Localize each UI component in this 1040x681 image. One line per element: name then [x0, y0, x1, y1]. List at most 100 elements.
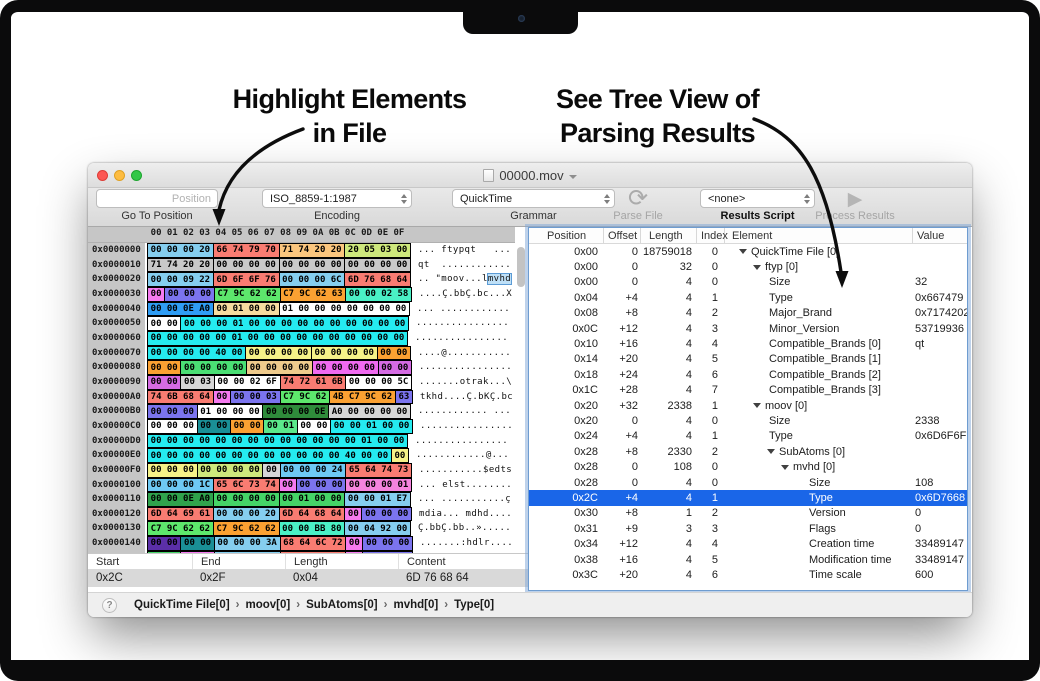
hex-byte-group[interactable]: 0000 — [147, 375, 181, 390]
hex-byte-group[interactable]: 20050300 — [344, 243, 411, 258]
hex-row[interactable]: 0x00000A0746B686400000003C79C624BC79C626… — [88, 390, 528, 405]
tree-element[interactable]: Size — [725, 477, 913, 489]
tree-row[interactable]: 0x28+823302SubAtoms [0] — [529, 444, 967, 459]
hex-byte-group[interactable]: 000000000000000000000000400000 — [147, 448, 392, 463]
tree-row[interactable]: 0x14+2045Compatible_Brands [1] — [529, 352, 967, 367]
hex-byte-group[interactable]: 000000 — [147, 404, 198, 419]
hex-byte-group[interactable]: 00000258 — [345, 287, 412, 302]
hex-byte-group[interactable]: 7472616B — [280, 375, 347, 390]
hex-row[interactable]: 0x00000600000000000010000000000000000000… — [88, 331, 528, 346]
hex-ascii[interactable]: ................ — [415, 331, 508, 346]
breadcrumb-item[interactable]: QuickTime File[0] — [134, 599, 230, 611]
goto-position-input[interactable] — [96, 189, 218, 208]
hex-byte-group[interactable]: 6D646864 — [279, 507, 346, 522]
hex-row[interactable]: 0x00000500000000000010000000000000000000… — [88, 316, 528, 331]
hex-byte-group[interactable]: 00 — [262, 463, 280, 478]
tree-row[interactable]: 0x2801080mvhd [0] — [529, 459, 967, 474]
hex-byte-group[interactable]: 000000 — [147, 463, 198, 478]
hex-byte-group[interactable]: 656C7374 — [213, 478, 280, 493]
results-script-dropdown[interactable]: <none> — [700, 189, 815, 208]
hex-byte-group[interactable]: 0000 — [197, 419, 231, 434]
hex-byte-group[interactable]: 000001E7 — [344, 492, 411, 507]
tree-element[interactable]: mvhd [0] — [725, 461, 913, 473]
hex-ascii[interactable]: ... elst........ — [419, 478, 512, 493]
selection-info-row[interactable]: 0x2C 0x2F 0x04 6D 76 68 64 — [88, 569, 528, 587]
hex-byte-group[interactable]: 00000000 — [213, 492, 280, 507]
hex-byte-group[interactable]: 0000006C — [279, 272, 346, 287]
hex-row[interactable]: 0x00000800000000000000000000000000000000… — [88, 360, 528, 375]
process-results-icon[interactable]: ▶ — [832, 188, 878, 211]
tree-header-index[interactable]: Index — [697, 228, 725, 243]
hex-editor-panel[interactable]: 000102030405060708090A0B0C0D0E0F 0x00000… — [88, 227, 528, 553]
hex-byte-group[interactable]: 000000 — [362, 536, 413, 551]
hex-row[interactable]: 0x00000700000000040000000000000000000000… — [88, 346, 528, 361]
disclosure-triangle-icon[interactable] — [753, 403, 761, 408]
hex-byte-group[interactable]: 00000020 — [147, 243, 214, 258]
tree-row[interactable]: 0x1C+2847Compatible_Brands [3] — [529, 383, 967, 398]
hex-byte-group[interactable]: 0000 — [378, 360, 412, 375]
disclosure-triangle-icon[interactable] — [781, 465, 789, 470]
hex-byte-group[interactable]: 00010000 — [279, 492, 346, 507]
hex-byte-group[interactable]: C79C62 — [280, 390, 331, 405]
tree-element[interactable]: Type — [725, 430, 913, 442]
tree-row[interactable]: 0x08+842Major_Brand0x7174202 — [529, 306, 967, 321]
hex-row[interactable]: 0x000004000000EA000010000010000000000000… — [88, 302, 528, 317]
disclosure-triangle-icon[interactable] — [767, 449, 775, 454]
tree-element[interactable]: Compatible_Brands [3] — [725, 384, 913, 396]
tree-element[interactable]: Type — [725, 492, 913, 504]
hex-row[interactable]: 0x000011000000EA00000000000010000000001E… — [88, 492, 528, 507]
hex-byte-group[interactable]: 00 — [279, 478, 297, 493]
grammar-dropdown[interactable]: QuickTime — [452, 189, 615, 208]
tree-header-length[interactable]: Length — [641, 228, 697, 243]
tree-element[interactable]: Compatible_Brands [0] — [725, 338, 913, 350]
hex-byte-group[interactable]: 0000 — [180, 536, 214, 551]
encoding-dropdown[interactable]: ISO_8859-1:1987 — [262, 189, 412, 208]
tree-element[interactable]: QuickTime File [0] — [725, 246, 913, 258]
hex-ascii[interactable]: ... ftypqt ... — [418, 243, 511, 258]
hex-byte-group[interactable]: 71742020 — [147, 258, 214, 273]
hex-byte-group[interactable]: 00000001 — [345, 478, 412, 493]
hex-scrollbar-thumb[interactable] — [517, 247, 525, 287]
ascii-selection[interactable]: mvhd — [487, 273, 512, 285]
tree-element[interactable]: Size — [725, 415, 913, 427]
tree-element[interactable]: Creation time — [725, 538, 913, 550]
tree-row[interactable]: 0x31+933Flags0 — [529, 521, 967, 536]
hex-byte-group[interactable]: 00000020 — [213, 507, 280, 522]
tree-header-element[interactable]: Element — [725, 228, 913, 243]
hex-ascii[interactable]: ................ — [419, 360, 512, 375]
hex-byte-group[interactable]: 0000000100000000000000000000 — [180, 316, 409, 331]
hex-byte-group[interactable]: 0000 — [147, 316, 181, 331]
hex-row[interactable]: 0x00000107174202000000000000000000000000… — [88, 258, 528, 273]
hex-byte-group[interactable]: 00000EA0 — [147, 492, 214, 507]
hex-byte-group[interactable]: 00000922 — [147, 272, 214, 287]
tree-element[interactable]: moov [0] — [725, 400, 913, 412]
hex-byte-group[interactable]: 00 — [391, 448, 409, 463]
hex-byte-group[interactable]: 00000000 — [213, 258, 280, 273]
hex-byte-group[interactable]: 000000 — [296, 478, 347, 493]
hex-byte-group[interactable]: 00 — [213, 390, 231, 405]
hex-byte-group[interactable]: 00000000000000000000000000010000 — [147, 434, 408, 449]
hex-byte-group[interactable]: 0000 — [297, 419, 331, 434]
hex-byte-group[interactable]: 01000000 — [197, 404, 264, 419]
hex-ascii[interactable]: ................ — [415, 434, 508, 449]
hex-ascii[interactable]: tkhd....Ç.bKÇ.bc — [420, 390, 513, 405]
hex-ascii[interactable]: ...........$edts — [419, 463, 512, 478]
hex-byte-group[interactable]: 6D6F6F76 — [213, 272, 280, 287]
hex-row[interactable]: 0x0000020000009226D6F6F760000006C6D76686… — [88, 272, 528, 287]
hex-byte-group[interactable]: 000000 — [361, 507, 412, 522]
hex-byte-group[interactable]: 00000000000100000000000000000000 — [147, 331, 408, 346]
tree-element[interactable]: SubAtoms [0] — [725, 446, 913, 458]
hex-byte-group[interactable]: 6D646961 — [147, 507, 214, 522]
hex-byte-group[interactable]: 00000000 — [197, 463, 264, 478]
hex-byte-group[interactable]: 0000010000 — [330, 419, 413, 434]
hex-row[interactable]: 0x0000130C79C6262C79C62620000BB800004920… — [88, 521, 528, 536]
hex-byte-group[interactable]: 65647473 — [345, 463, 412, 478]
tree-row[interactable]: 0x0C+1243Minor_Version53719936 — [529, 321, 967, 336]
hex-byte-group[interactable]: 6D766864 — [344, 272, 411, 287]
hex-byte-group[interactable]: 00000000 — [180, 360, 247, 375]
hex-byte-group[interactable]: C79C6262 — [213, 521, 280, 536]
tree-element[interactable]: Major_Brand — [725, 307, 913, 319]
hex-ascii[interactable]: .......:hdlr.... — [420, 536, 513, 551]
hex-byte-group[interactable]: 68646C72 — [280, 536, 347, 551]
disclosure-triangle-icon[interactable] — [753, 265, 761, 270]
